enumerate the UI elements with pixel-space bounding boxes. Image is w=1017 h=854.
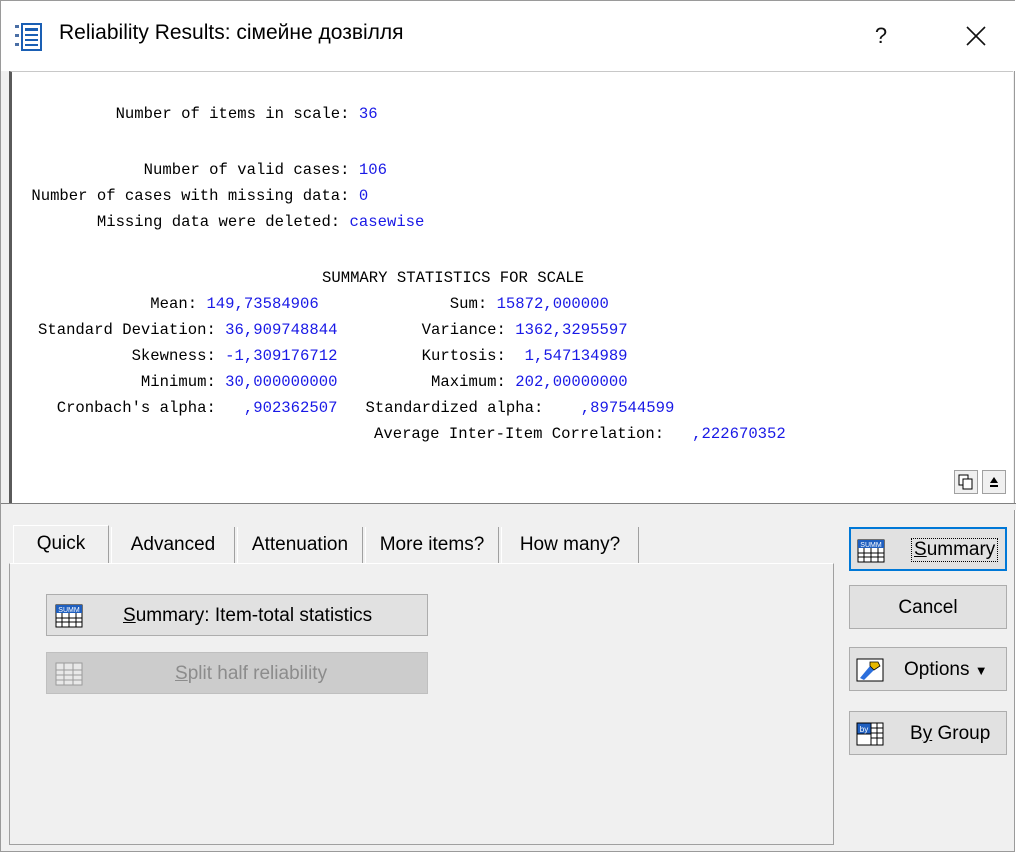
summary-table-icon: SUMM [857,539,885,563]
svg-text:SUMM: SUMM [860,542,882,549]
summary-button[interactable]: SUMM Summary [849,527,1007,571]
stat-value: 149,73584906 [206,295,319,313]
stat-label: Minimum: [38,373,226,391]
label-text: B [910,723,923,744]
expand-up-button[interactable] [982,470,1006,494]
stat-value: ,897544599 [571,399,675,417]
row-value: casewise [349,213,425,231]
stat-label: Cronbach's alpha: [38,399,235,417]
label-text: Options [904,659,970,680]
item-total-summary-label: Summary: Item-total statistics [123,605,372,627]
by-group-button[interactable]: by By Group [849,711,1007,755]
svg-text:SUMM: SUMM [58,607,80,614]
document-list-icon [15,23,42,51]
results-output-panel[interactable]: Number of items in scale: 36 Number of v… [9,71,1013,503]
label-rest: plit half reliability [187,663,328,684]
options-button[interactable]: Options ▼ [849,647,1007,691]
tab-more-items[interactable]: More items? [365,527,499,563]
by-group-label: By Group [910,723,990,745]
missing-deleted-row: Missing data were deleted: casewise [22,212,425,232]
options-tool-icon [856,658,884,682]
row-value: 0 [358,187,369,205]
panel-splitter[interactable] [1,503,1016,510]
stat-label: Maximum: [337,373,516,391]
quick-tab-panel: SUMM Summary: Item-total statistics Spli… [9,563,834,845]
summary-label: Summary [911,538,999,562]
stat-value: ,902362507 [234,399,338,417]
std-deviation-row: Standard Deviation: 36,909748844 Varianc… [38,320,628,340]
mnemonic-char: S [123,605,136,626]
row-label: Number of items in scale: [22,105,359,123]
label-rest: ummary: Item-total statistics [135,605,373,626]
avg-correlation-row: Average Inter-Item Correlation: ,2226703… [374,424,786,444]
close-button[interactable] [946,13,1006,59]
window-title: Reliability Results: сімейне дозвілля [59,21,404,44]
mean-row: Mean: 149,73584906 Sum: 15872,000000 [38,294,609,314]
skewness-row: Skewness: -1,309176712 Kurtosis: 1,54713… [38,346,628,366]
stat-value: 1362,3295597 [515,321,628,339]
stat-label: Skewness: [38,347,226,365]
item-total-summary-button[interactable]: SUMM Summary: Item-total statistics [46,594,428,636]
stat-value: 1,547134989 [524,347,628,365]
copy-icon [958,474,973,490]
stat-value: -1,309176712 [225,347,338,365]
mnemonic-char: y [922,723,933,744]
title-bar[interactable]: Reliability Results: сімейне дозвілля ? [1,1,1016,71]
row-label: Missing data were deleted: [22,213,350,231]
tab-advanced[interactable]: Advanced [111,527,235,563]
row-value: 106 [358,161,387,179]
summary-heading: SUMMARY STATISTICS FOR SCALE [322,269,585,287]
stat-value: 15872,000000 [496,295,609,313]
tab-how-many[interactable]: How many? [501,527,639,563]
stat-label: Standard Deviation: [38,321,226,339]
row-value: 36 [358,105,378,123]
mnemonic-char: S [914,539,927,560]
expand-up-icon [990,477,998,487]
by-group-icon: by [856,722,884,746]
reliability-results-window: Reliability Results: сімейне дозвілля ? … [0,0,1016,852]
valid-cases-row: Number of valid cases: 106 [22,160,387,180]
stat-value: 36,909748844 [225,321,338,339]
minimum-row: Minimum: 30,000000000 Maximum: 202,00000… [38,372,628,392]
missing-cases-row: Number of cases with missing data: 0 [22,186,368,206]
items-in-scale-row: Number of items in scale: 36 [22,104,378,124]
split-table-icon [55,662,83,686]
row-label: Number of valid cases: [22,161,359,179]
split-half-label: Split half reliability [175,663,327,685]
svg-text:by: by [860,725,868,734]
stat-label: Standardized alpha: [337,399,572,417]
stat-label: Average Inter-Item Correlation: [374,425,683,443]
mnemonic-char: S [175,663,188,684]
label-rest: ummary [926,539,996,560]
tab-quick[interactable]: Quick [13,525,109,565]
split-half-reliability-button[interactable]: Split half reliability [46,652,428,694]
stat-label: Variance: [337,321,516,339]
cancel-button[interactable]: Cancel [849,585,1007,629]
alpha-row: Cronbach's alpha: ,902362507 Standardize… [38,398,675,418]
dropdown-arrow-icon: ▼ [974,663,988,678]
row-label: Number of cases with missing data: [22,187,359,205]
stat-value: 30,000000000 [225,373,338,391]
summary-table-icon: SUMM [55,604,83,628]
cancel-label: Cancel [898,597,958,618]
help-button[interactable]: ? [856,15,906,57]
stat-value: 202,00000000 [515,373,628,391]
options-label: Options ▼ [904,659,988,681]
stat-label: Mean: [38,295,207,313]
close-icon [966,26,986,46]
label-rest: Group [932,723,991,744]
copy-button[interactable] [954,470,978,494]
stat-value: ,222670352 [682,425,786,443]
tab-attenuation[interactable]: Attenuation [237,527,363,563]
stat-label: Kurtosis: [337,347,525,365]
stat-label: Sum: [318,295,497,313]
